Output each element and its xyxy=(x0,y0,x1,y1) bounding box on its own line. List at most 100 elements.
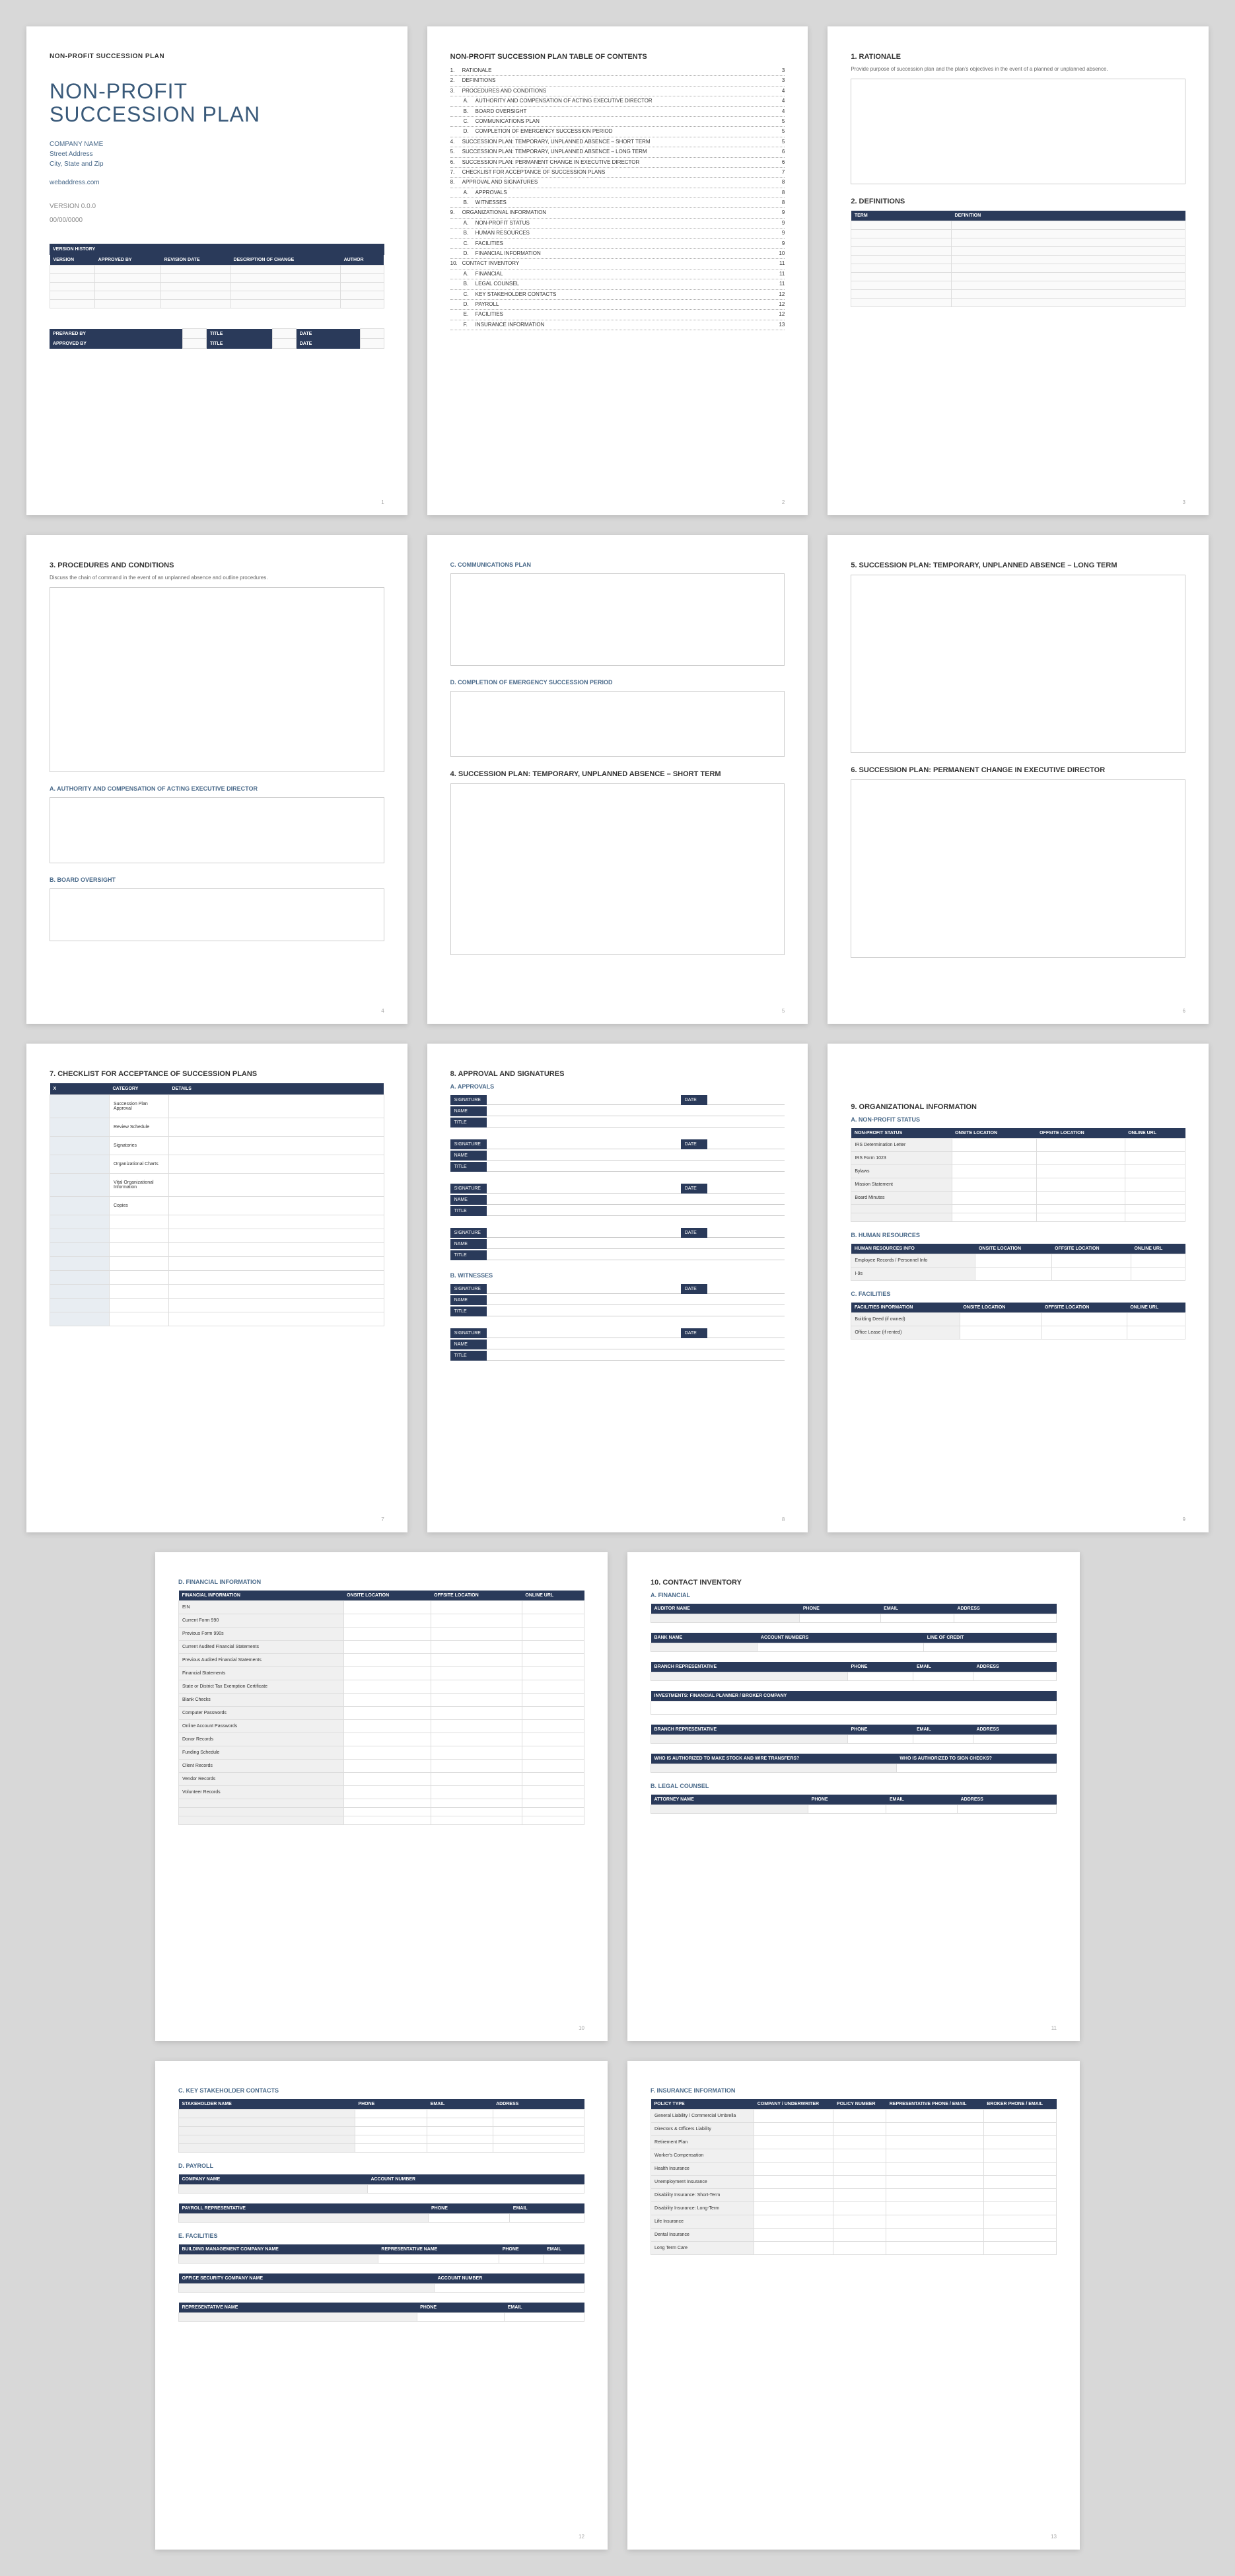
security-rep-table: REPRESENTATIVE NAMEPHONEEMAIL xyxy=(178,2303,584,2322)
page-number: 8 xyxy=(782,1517,785,1522)
page-row-4: D. FINANCIAL INFORMATION FINANCIAL INFOR… xyxy=(155,1552,1080,2041)
s6-box xyxy=(851,779,1185,958)
page-number: 13 xyxy=(1051,2534,1057,2540)
page-number: 11 xyxy=(1051,2025,1057,2031)
s7-title: 7. CHECKLIST FOR ACCEPTANCE OF SUCCESSIO… xyxy=(50,1070,384,1078)
page-9: 9. ORGANIZATIONAL INFORMATION A. NON-PRO… xyxy=(828,1044,1209,1532)
approvals-block: SIGNATUREDATENAMETITLESIGNATUREDATENAMET… xyxy=(450,1095,785,1260)
auth-table: WHO IS AUTHORIZED TO MAKE STOCK AND WIRE… xyxy=(651,1754,1057,1773)
s8a-title: A. APPROVALS xyxy=(450,1083,785,1090)
page-13: F. INSURANCE INFORMATION POLICY TYPECOMP… xyxy=(627,2061,1080,2550)
date: 00/00/0000 xyxy=(50,217,384,224)
s4-box xyxy=(450,783,785,955)
s1-box xyxy=(851,79,1185,184)
page-number: 1 xyxy=(381,499,384,505)
s10c-title: C. KEY STAKEHOLDER CONTACTS xyxy=(178,2087,584,2094)
s5-box xyxy=(851,575,1185,753)
nonprofit-status-table: NON-PROFIT STATUSONSITE LOCATIONOFFSITE … xyxy=(851,1128,1185,1222)
version-history-title: VERSION HISTORY xyxy=(50,244,384,255)
payroll-company-table: COMPANY NAMEACCOUNT NUMBER xyxy=(178,2174,584,2194)
page-1-cover: NON-PROFIT SUCCESSION PLAN NON-PROFITSUC… xyxy=(26,26,407,515)
page-2-toc: NON-PROFIT SUCCESSION PLAN TABLE OF CONT… xyxy=(427,26,808,515)
s1-desc: Provide purpose of succession plan and t… xyxy=(851,66,1185,72)
doc-title: NON-PROFITSUCCESSION PLAN xyxy=(50,80,384,126)
bank-table: BANK NAMEACCOUNT NUMBERSLINE OF CREDIT xyxy=(651,1633,1057,1652)
page-10: D. FINANCIAL INFORMATION FINANCIAL INFOR… xyxy=(155,1552,608,2041)
page-5: C. COMMUNICATIONS PLAN D. COMPLETION OF … xyxy=(427,535,808,1024)
page-number: 6 xyxy=(1183,1008,1185,1014)
s4-title: 4. SUCCESSION PLAN: TEMPORARY, UNPLANNED… xyxy=(450,770,785,778)
s9-title: 9. ORGANIZATIONAL INFORMATION xyxy=(851,1103,1185,1111)
page-row-2: 3. PROCEDURES AND CONDITIONS Discuss the… xyxy=(26,535,1209,1024)
investments-table: INVESTMENTS: FINANCIAL PLANNER / BROKER … xyxy=(651,1691,1057,1715)
definitions-table: TERMDEFINITION xyxy=(851,211,1185,307)
hr-table: HUMAN RESOURCES INFOONSITE LOCATIONOFFSI… xyxy=(851,1244,1185,1281)
s10a-title: A. FINANCIAL xyxy=(651,1592,1057,1598)
branch-rep-table-2: BRANCH REPRESENTATIVEPHONEEMAILADDRESS xyxy=(651,1725,1057,1744)
s10f-title: F. INSURANCE INFORMATION xyxy=(651,2087,1057,2094)
page-row-1: NON-PROFIT SUCCESSION PLAN NON-PROFITSUC… xyxy=(26,26,1209,515)
s3a-box xyxy=(50,797,384,863)
s9c-title: C. FACILITIES xyxy=(851,1291,1185,1297)
facilities-table: FACILITIES INFORMATIONONSITE LOCATIONOFF… xyxy=(851,1303,1185,1340)
page-number: 5 xyxy=(782,1008,785,1014)
page-row-3: 7. CHECKLIST FOR ACCEPTANCE OF SUCCESSIO… xyxy=(26,1044,1209,1532)
s8b-title: B. WITNESSES xyxy=(450,1272,785,1279)
stakeholder-table: STAKEHOLDER NAMEPHONEEMAILADDRESS xyxy=(178,2099,584,2153)
s10d-title: D. PAYROLL xyxy=(178,2163,584,2169)
page-6: 5. SUCCESSION PLAN: TEMPORARY, UNPLANNED… xyxy=(828,535,1209,1024)
auditor-table: AUDITOR NAMEPHONEEMAILADDRESS xyxy=(651,1604,1057,1623)
s2-title: 2. DEFINITIONS xyxy=(851,197,1185,205)
version-history-table: VERSIONAPPROVED BYREVISION DATEDESCRIPTI… xyxy=(50,255,384,308)
page-number: 9 xyxy=(1183,1517,1185,1522)
s9d-title: D. FINANCIAL INFORMATION xyxy=(178,1579,584,1585)
insurance-table: POLICY TYPECOMPANY / UNDERWRITERPOLICY N… xyxy=(651,2099,1057,2255)
s3-title: 3. PROCEDURES AND CONDITIONS xyxy=(50,561,384,569)
page-8: 8. APPROVAL AND SIGNATURES A. APPROVALS … xyxy=(427,1044,808,1532)
version: VERSION 0.0.0 xyxy=(50,203,384,210)
page-row-5: C. KEY STAKEHOLDER CONTACTS STAKEHOLDER … xyxy=(155,2061,1080,2550)
page-number: 12 xyxy=(579,2534,584,2540)
page-4: 3. PROCEDURES AND CONDITIONS Discuss the… xyxy=(26,535,407,1024)
attorney-table: ATTORNEY NAMEPHONEEMAILADDRESS xyxy=(651,1795,1057,1814)
s3-box xyxy=(50,587,384,772)
web-address: webaddress.com xyxy=(50,179,384,186)
page-3: 1. RATIONALE Provide purpose of successi… xyxy=(828,26,1209,515)
s1-title: 1. RATIONALE xyxy=(851,53,1185,61)
s3-desc: Discuss the chain of command in the even… xyxy=(50,575,384,581)
s3a-title: A. AUTHORITY AND COMPENSATION OF ACTING … xyxy=(50,785,384,792)
company-block: COMPANY NAMEStreet AddressCity, State an… xyxy=(50,139,384,169)
toc-list: 1.RATIONALE32.DEFINITIONS33.PROCEDURES A… xyxy=(450,66,785,330)
s8-title: 8. APPROVAL AND SIGNATURES xyxy=(450,1070,785,1078)
s3d-box xyxy=(450,691,785,757)
security-co-table: OFFICE SECURITY COMPANY NAMEACCOUNT NUMB… xyxy=(178,2273,584,2293)
s9a-title: A. NON-PROFIT STATUS xyxy=(851,1116,1185,1123)
branch-rep-table: BRANCH REPRESENTATIVEPHONEEMAILADDRESS xyxy=(651,1662,1057,1681)
s3b-title: B. BOARD OVERSIGHT xyxy=(50,877,384,883)
page-number: 4 xyxy=(381,1008,384,1014)
s10-title: 10. CONTACT INVENTORY xyxy=(651,1579,1057,1587)
financial-info-table: FINANCIAL INFORMATIONONSITE LOCATIONOFFS… xyxy=(178,1591,584,1825)
s10b-title: B. LEGAL COUNSEL xyxy=(651,1783,1057,1789)
page-11: 10. CONTACT INVENTORY A. FINANCIAL AUDIT… xyxy=(627,1552,1080,2041)
witnesses-block: SIGNATUREDATENAMETITLESIGNATUREDATENAMET… xyxy=(450,1284,785,1361)
doc-header: NON-PROFIT SUCCESSION PLAN xyxy=(50,53,384,60)
page-number: 10 xyxy=(579,2025,584,2031)
page-number: 7 xyxy=(381,1517,384,1522)
s9b-title: B. HUMAN RESOURCES xyxy=(851,1232,1185,1238)
s3c-box xyxy=(450,573,785,666)
page-number: 3 xyxy=(1183,499,1185,505)
s10e-title: E. FACILITIES xyxy=(178,2233,584,2239)
s3c-title: C. COMMUNICATIONS PLAN xyxy=(450,561,785,568)
prepared-by-table: PREPARED BYTITLEDATE APPROVED BYTITLEDAT… xyxy=(50,328,384,349)
s3b-box xyxy=(50,888,384,941)
s3d-title: D. COMPLETION OF EMERGENCY SUCCESSION PE… xyxy=(450,679,785,686)
toc-title: NON-PROFIT SUCCESSION PLAN TABLE OF CONT… xyxy=(450,53,785,61)
page-number: 2 xyxy=(782,499,785,505)
payroll-rep-table: PAYROLL REPRESENTATIVEPHONEEMAIL xyxy=(178,2203,584,2223)
s6-title: 6. SUCCESSION PLAN: PERMANENT CHANGE IN … xyxy=(851,766,1185,774)
checklist-table: XCATEGORYDETAILS Succession Plan Approva… xyxy=(50,1083,384,1326)
s5-title: 5. SUCCESSION PLAN: TEMPORARY, UNPLANNED… xyxy=(851,561,1185,569)
page-12: C. KEY STAKEHOLDER CONTACTS STAKEHOLDER … xyxy=(155,2061,608,2550)
building-mgmt-table: BUILDING MANAGEMENT COMPANY NAMEREPRESEN… xyxy=(178,2244,584,2264)
